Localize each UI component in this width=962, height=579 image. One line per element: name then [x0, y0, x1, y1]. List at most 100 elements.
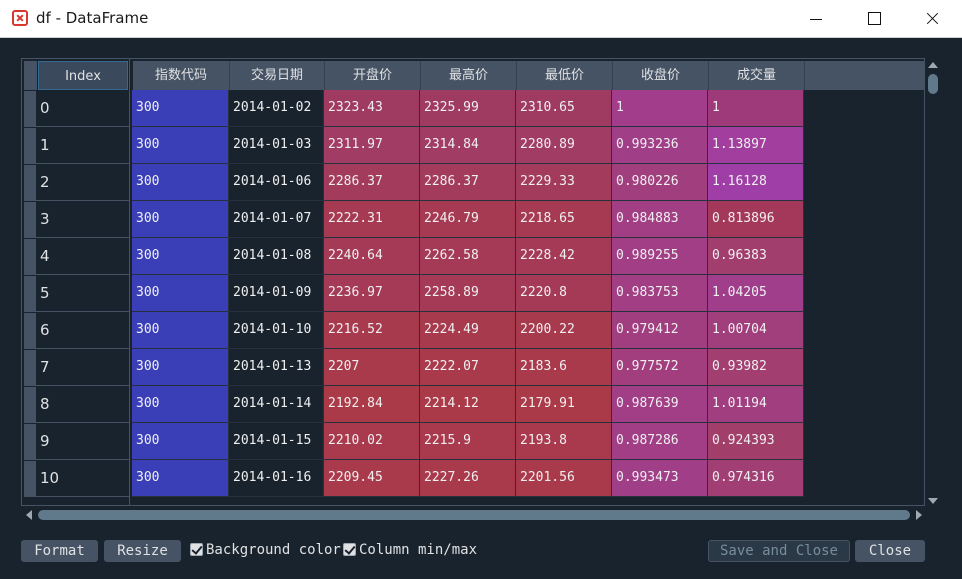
table-cell[interactable]: 0.979412 — [612, 312, 708, 349]
scroll-down-icon[interactable] — [928, 498, 938, 504]
vertical-scrollbar[interactable] — [926, 60, 940, 506]
table-cell[interactable]: 0.813896 — [708, 201, 804, 238]
table-cell[interactable]: 2014-01-15 — [229, 423, 324, 460]
table-cell[interactable]: 1 — [708, 90, 804, 127]
table-cell[interactable]: 2200.22 — [516, 312, 612, 349]
scroll-up-icon[interactable] — [928, 62, 938, 68]
table-cell[interactable]: 0.983753 — [612, 275, 708, 312]
column-header[interactable]: 最低价 — [517, 61, 613, 90]
table-cell[interactable]: 2227.26 — [420, 460, 516, 497]
background-color-checkbox[interactable] — [190, 543, 203, 556]
column-header[interactable]: 最高价 — [421, 61, 517, 90]
table-cell[interactable]: 2209.45 — [324, 460, 420, 497]
table-cell[interactable]: 2229.33 — [516, 164, 612, 201]
column-header[interactable]: 交易日期 — [230, 61, 325, 90]
table-cell[interactable]: 2014-01-06 — [229, 164, 324, 201]
table-cell[interactable]: 2280.89 — [516, 127, 612, 164]
table-cell[interactable]: 2193.8 — [516, 423, 612, 460]
row-index[interactable]: 1 — [24, 127, 129, 164]
table-cell[interactable]: 300 — [132, 312, 229, 349]
table-cell[interactable]: 300 — [132, 423, 229, 460]
column-header[interactable]: 成交量 — [709, 61, 805, 90]
table-cell[interactable]: 0.987639 — [612, 386, 708, 423]
table-cell[interactable]: 300 — [132, 90, 229, 127]
table-cell[interactable]: 0.96383 — [708, 238, 804, 275]
row-index[interactable]: 10 — [24, 460, 129, 497]
table-cell[interactable]: 300 — [132, 201, 229, 238]
row-index[interactable]: 5 — [24, 275, 129, 312]
table-cell[interactable]: 2240.64 — [324, 238, 420, 275]
table-cell[interactable]: 300 — [132, 238, 229, 275]
row-index[interactable]: 6 — [24, 312, 129, 349]
table-cell[interactable]: 1.00704 — [708, 312, 804, 349]
minimize-icon[interactable] — [787, 0, 845, 38]
table-cell[interactable]: 2220.8 — [516, 275, 612, 312]
row-index[interactable]: 8 — [24, 386, 129, 423]
table-cell[interactable]: 2215.9 — [420, 423, 516, 460]
table-cell[interactable]: 0.993473 — [612, 460, 708, 497]
close-button[interactable]: Close — [855, 540, 925, 562]
table-cell[interactable]: 2224.49 — [420, 312, 516, 349]
table-cell[interactable]: 2228.42 — [516, 238, 612, 275]
table-cell[interactable]: 0.974316 — [708, 460, 804, 497]
table-cell[interactable]: 2236.97 — [324, 275, 420, 312]
table-cell[interactable]: 300 — [132, 127, 229, 164]
table-cell[interactable]: 1.04205 — [708, 275, 804, 312]
table-cell[interactable]: 300 — [132, 386, 229, 423]
column-minmax-checkbox[interactable] — [343, 543, 356, 556]
table-cell[interactable]: 2183.6 — [516, 349, 612, 386]
row-index[interactable]: 0 — [24, 90, 129, 127]
table-cell[interactable]: 1.16128 — [708, 164, 804, 201]
table-cell[interactable]: 2014-01-16 — [229, 460, 324, 497]
close-icon[interactable] — [903, 0, 961, 38]
table-cell[interactable]: 0.984883 — [612, 201, 708, 238]
table-cell[interactable]: 2014-01-09 — [229, 275, 324, 312]
table-cell[interactable]: 2310.65 — [516, 90, 612, 127]
column-header[interactable]: 指数代码 — [133, 61, 230, 90]
maximize-icon[interactable] — [845, 0, 903, 38]
table-cell[interactable]: 2210.02 — [324, 423, 420, 460]
table-cell[interactable]: 0.93982 — [708, 349, 804, 386]
vertical-scroll-thumb[interactable] — [928, 74, 938, 94]
table-cell[interactable]: 0.977572 — [612, 349, 708, 386]
scroll-left-icon[interactable] — [26, 510, 32, 520]
table-cell[interactable]: 2014-01-13 — [229, 349, 324, 386]
column-header[interactable]: 收盘价 — [613, 61, 709, 90]
table-cell[interactable]: 300 — [132, 164, 229, 201]
table-cell[interactable]: 1.13897 — [708, 127, 804, 164]
table-cell[interactable]: 300 — [132, 275, 229, 312]
table-cell[interactable]: 2246.79 — [420, 201, 516, 238]
table-cell[interactable]: 2314.84 — [420, 127, 516, 164]
format-button[interactable]: Format — [21, 540, 98, 562]
table-cell[interactable]: 2216.52 — [324, 312, 420, 349]
table-cell[interactable]: 2207 — [324, 349, 420, 386]
table-cell[interactable]: 2222.07 — [420, 349, 516, 386]
table-cell[interactable]: 2014-01-10 — [229, 312, 324, 349]
table-cell[interactable]: 2311.97 — [324, 127, 420, 164]
table-cell[interactable]: 0.989255 — [612, 238, 708, 275]
index-header[interactable]: Index — [38, 61, 128, 90]
table-cell[interactable]: 0.987286 — [612, 423, 708, 460]
table-cell[interactable]: 2179.91 — [516, 386, 612, 423]
horizontal-scroll-thumb[interactable] — [38, 510, 910, 520]
table-cell[interactable]: 2014-01-07 — [229, 201, 324, 238]
horizontal-scrollbar[interactable] — [24, 508, 924, 522]
table-cell[interactable]: 0.993236 — [612, 127, 708, 164]
table-cell[interactable]: 2286.37 — [324, 164, 420, 201]
table-cell[interactable]: 300 — [132, 349, 229, 386]
row-index[interactable]: 7 — [24, 349, 129, 386]
table-cell[interactable]: 2214.12 — [420, 386, 516, 423]
table-cell[interactable]: 2014-01-02 — [229, 90, 324, 127]
table-cell[interactable]: 2201.56 — [516, 460, 612, 497]
table-cell[interactable]: 0.924393 — [708, 423, 804, 460]
dataframe-table[interactable]: Index 指数代码 交易日期 开盘价 最高价 最低价 收盘价 成交量 0123… — [21, 58, 925, 506]
table-cell[interactable]: 2014-01-14 — [229, 386, 324, 423]
scroll-right-icon[interactable] — [916, 510, 922, 520]
table-cell[interactable]: 2222.31 — [324, 201, 420, 238]
row-index[interactable]: 9 — [24, 423, 129, 460]
table-cell[interactable]: 2218.65 — [516, 201, 612, 238]
column-header[interactable]: 开盘价 — [325, 61, 421, 90]
table-cell[interactable]: 2258.89 — [420, 275, 516, 312]
resize-button[interactable]: Resize — [104, 540, 181, 562]
table-cell[interactable]: 2014-01-03 — [229, 127, 324, 164]
